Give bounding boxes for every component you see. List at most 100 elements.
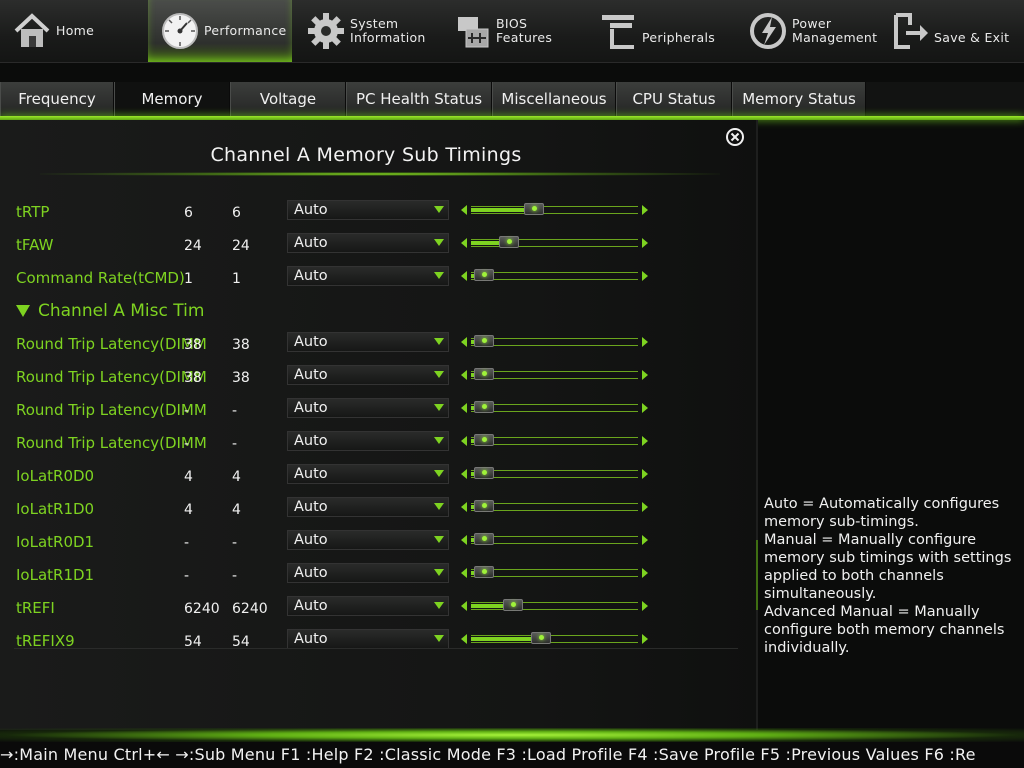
slider-increase-arrow-icon[interactable] bbox=[642, 271, 648, 281]
setting-label[interactable]: Round Trip Latency(DIMM bbox=[16, 368, 208, 386]
slider-increase-arrow-icon[interactable] bbox=[642, 502, 648, 512]
gear-icon bbox=[306, 11, 346, 51]
value-slider[interactable] bbox=[471, 203, 638, 215]
setting-row: Round Trip Latency(DIMM 38 38 Auto bbox=[0, 332, 740, 358]
tab-memory[interactable]: Memory bbox=[114, 82, 230, 116]
slider-decrease-arrow-icon[interactable] bbox=[461, 601, 467, 611]
setting-label[interactable]: IoLatR1D0 bbox=[16, 500, 208, 518]
mode-dropdown[interactable]: Auto bbox=[287, 431, 449, 451]
value-slider[interactable] bbox=[471, 434, 638, 446]
slider-increase-arrow-icon[interactable] bbox=[642, 436, 648, 446]
slider-decrease-arrow-icon[interactable] bbox=[461, 403, 467, 413]
value-slider[interactable] bbox=[471, 533, 638, 545]
value-slider[interactable] bbox=[471, 467, 638, 479]
slider-decrease-arrow-icon[interactable] bbox=[461, 370, 467, 380]
slider-decrease-arrow-icon[interactable] bbox=[461, 535, 467, 545]
value-slider[interactable] bbox=[471, 632, 638, 644]
slider-increase-arrow-icon[interactable] bbox=[642, 634, 648, 644]
tab-cpu-status[interactable]: CPU Status bbox=[616, 82, 732, 116]
tab-frequency[interactable]: Frequency bbox=[0, 82, 114, 116]
mode-dropdown[interactable]: Auto bbox=[287, 464, 449, 484]
dropdown-value: Auto bbox=[294, 334, 328, 350]
slider-thumb[interactable] bbox=[474, 467, 494, 479]
value-slider[interactable] bbox=[471, 401, 638, 413]
value-slider[interactable] bbox=[471, 599, 638, 611]
mode-dropdown[interactable]: Auto bbox=[287, 596, 449, 616]
mode-dropdown[interactable]: Auto bbox=[287, 629, 449, 649]
close-icon[interactable] bbox=[725, 127, 745, 147]
setting-label[interactable]: IoLatR0D0 bbox=[16, 467, 208, 485]
setting-label[interactable]: tFAW bbox=[16, 236, 208, 254]
top-menu-peripherals[interactable]: Peripherals bbox=[598, 0, 738, 62]
setting-label[interactable]: IoLatR1D1 bbox=[16, 566, 208, 584]
slider-increase-arrow-icon[interactable] bbox=[642, 469, 648, 479]
mode-dropdown[interactable]: Auto bbox=[287, 233, 449, 253]
top-menu-performance[interactable]: Performance bbox=[148, 0, 292, 62]
slider-increase-arrow-icon[interactable] bbox=[642, 403, 648, 413]
slider-decrease-arrow-icon[interactable] bbox=[461, 469, 467, 479]
top-menu-home[interactable]: Home bbox=[12, 0, 142, 62]
slider-thumb[interactable] bbox=[474, 533, 494, 545]
slider-increase-arrow-icon[interactable] bbox=[642, 568, 648, 578]
value-slider[interactable] bbox=[471, 236, 638, 248]
mode-dropdown[interactable]: Auto bbox=[287, 530, 449, 550]
dropdown-value: Auto bbox=[294, 565, 328, 581]
slider-thumb[interactable] bbox=[474, 368, 494, 380]
slider-thumb[interactable] bbox=[524, 203, 544, 215]
slider-increase-arrow-icon[interactable] bbox=[642, 370, 648, 380]
slider-decrease-arrow-icon[interactable] bbox=[461, 436, 467, 446]
slider-decrease-arrow-icon[interactable] bbox=[461, 271, 467, 281]
mode-dropdown[interactable]: Auto bbox=[287, 365, 449, 385]
target-value: 1 bbox=[232, 271, 241, 287]
slider-thumb[interactable] bbox=[474, 401, 494, 413]
slider-thumb[interactable] bbox=[474, 335, 494, 347]
top-menu-bios-features[interactable]: BIOS Features bbox=[452, 0, 586, 62]
slider-decrease-arrow-icon[interactable] bbox=[461, 238, 467, 248]
section-header-channel-a-misc[interactable]: Channel A Misc Tim bbox=[16, 301, 208, 321]
mode-dropdown[interactable]: Auto bbox=[287, 497, 449, 517]
setting-label[interactable]: Round Trip Latency(DIMM bbox=[16, 434, 208, 452]
setting-label[interactable]: tRTP bbox=[16, 203, 208, 221]
slider-increase-arrow-icon[interactable] bbox=[642, 601, 648, 611]
tab-miscellaneous[interactable]: Miscellaneous bbox=[492, 82, 616, 116]
slider-thumb[interactable] bbox=[531, 632, 551, 644]
setting-label[interactable]: tREFI bbox=[16, 599, 208, 617]
top-menu-save-exit[interactable]: Save & Exit bbox=[890, 0, 1020, 62]
list-bottom-divider bbox=[14, 648, 738, 649]
setting-row: Round Trip Latency(DIMM - - Auto bbox=[0, 398, 740, 424]
slider-thumb[interactable] bbox=[474, 566, 494, 578]
setting-label[interactable]: Command Rate(tCMD) bbox=[16, 269, 208, 287]
value-slider[interactable] bbox=[471, 269, 638, 281]
value-slider[interactable] bbox=[471, 368, 638, 380]
slider-increase-arrow-icon[interactable] bbox=[642, 535, 648, 545]
slider-thumb[interactable] bbox=[499, 236, 519, 248]
slider-thumb[interactable] bbox=[474, 434, 494, 446]
mode-dropdown[interactable]: Auto bbox=[287, 563, 449, 583]
slider-increase-arrow-icon[interactable] bbox=[642, 337, 648, 347]
slider-decrease-arrow-icon[interactable] bbox=[461, 502, 467, 512]
tab-voltage[interactable]: Voltage bbox=[230, 82, 346, 116]
tab-pc-health-status[interactable]: PC Health Status bbox=[346, 82, 492, 116]
slider-increase-arrow-icon[interactable] bbox=[642, 205, 648, 215]
slider-increase-arrow-icon[interactable] bbox=[642, 238, 648, 248]
slider-thumb[interactable] bbox=[474, 500, 494, 512]
mode-dropdown[interactable]: Auto bbox=[287, 266, 449, 286]
mode-dropdown[interactable]: Auto bbox=[287, 200, 449, 220]
value-slider[interactable] bbox=[471, 566, 638, 578]
slider-decrease-arrow-icon[interactable] bbox=[461, 337, 467, 347]
setting-label[interactable]: Round Trip Latency(DIMM bbox=[16, 335, 208, 353]
top-menu-system-information[interactable]: System Information bbox=[306, 0, 440, 62]
setting-label[interactable]: Round Trip Latency(DIMM bbox=[16, 401, 208, 419]
slider-thumb[interactable] bbox=[474, 269, 494, 281]
mode-dropdown[interactable]: Auto bbox=[287, 332, 449, 352]
mode-dropdown[interactable]: Auto bbox=[287, 398, 449, 418]
slider-decrease-arrow-icon[interactable] bbox=[461, 205, 467, 215]
setting-label[interactable]: IoLatR0D1 bbox=[16, 533, 208, 551]
value-slider[interactable] bbox=[471, 335, 638, 347]
slider-thumb[interactable] bbox=[503, 599, 523, 611]
slider-decrease-arrow-icon[interactable] bbox=[461, 634, 467, 644]
top-menu-power-management[interactable]: Power Management bbox=[748, 0, 880, 62]
slider-decrease-arrow-icon[interactable] bbox=[461, 568, 467, 578]
value-slider[interactable] bbox=[471, 500, 638, 512]
tab-memory-status[interactable]: Memory Status bbox=[732, 82, 866, 116]
